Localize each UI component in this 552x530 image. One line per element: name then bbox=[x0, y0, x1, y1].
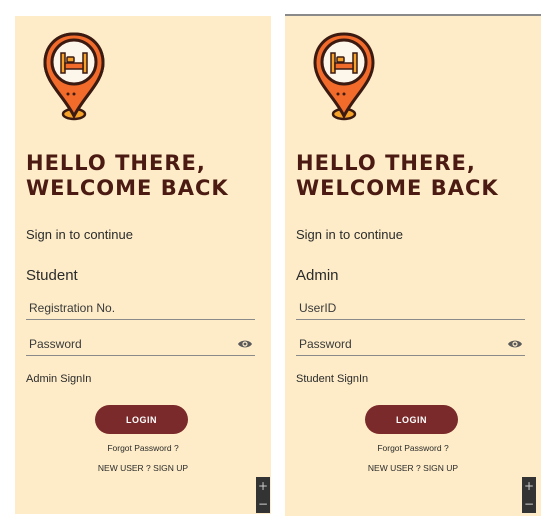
zoom-controls: + − bbox=[522, 477, 536, 513]
signup-link[interactable]: NEW USER ? SIGN UP bbox=[285, 463, 541, 473]
minus-icon[interactable]: − bbox=[256, 495, 270, 513]
zoom-controls: + − bbox=[256, 477, 270, 513]
welcome-headline: HELLO THERE, WELCOME BACK bbox=[296, 151, 499, 200]
eye-icon[interactable] bbox=[507, 338, 523, 350]
plus-icon[interactable]: + bbox=[256, 477, 270, 495]
password-field bbox=[26, 333, 255, 356]
student-signin-link[interactable]: Student SignIn bbox=[296, 373, 368, 385]
map-pin-bed-icon bbox=[313, 32, 375, 121]
password-input[interactable] bbox=[26, 333, 255, 355]
plus-icon[interactable]: + bbox=[522, 477, 536, 495]
sign-in-subtitle: Sign in to continue bbox=[296, 227, 403, 242]
student-login-screen: HELLO THERE, WELCOME BACK Sign in to con… bbox=[15, 16, 271, 514]
password-field bbox=[296, 333, 525, 356]
login-button[interactable]: LOGIN bbox=[95, 405, 188, 434]
userid-input[interactable] bbox=[296, 297, 525, 319]
sign-in-subtitle: Sign in to continue bbox=[26, 227, 133, 242]
userid-field bbox=[296, 297, 525, 320]
forgot-password-link[interactable]: Forgot Password ? bbox=[285, 443, 541, 453]
signup-link[interactable]: NEW USER ? SIGN UP bbox=[15, 463, 271, 473]
admin-login-screen: HELLO THERE, WELCOME BACK Sign in to con… bbox=[285, 14, 541, 516]
role-label: Admin bbox=[296, 267, 339, 284]
role-label: Student bbox=[26, 267, 78, 284]
admin-signin-link[interactable]: Admin SignIn bbox=[26, 373, 91, 385]
eye-icon[interactable] bbox=[237, 338, 253, 350]
map-pin-bed-icon bbox=[43, 32, 105, 121]
registration-input[interactable] bbox=[26, 297, 255, 319]
registration-field bbox=[26, 297, 255, 320]
password-input[interactable] bbox=[296, 333, 525, 355]
forgot-password-link[interactable]: Forgot Password ? bbox=[15, 443, 271, 453]
login-button[interactable]: LOGIN bbox=[365, 405, 458, 434]
minus-icon[interactable]: − bbox=[522, 495, 536, 513]
welcome-headline: HELLO THERE, WELCOME BACK bbox=[26, 151, 229, 200]
